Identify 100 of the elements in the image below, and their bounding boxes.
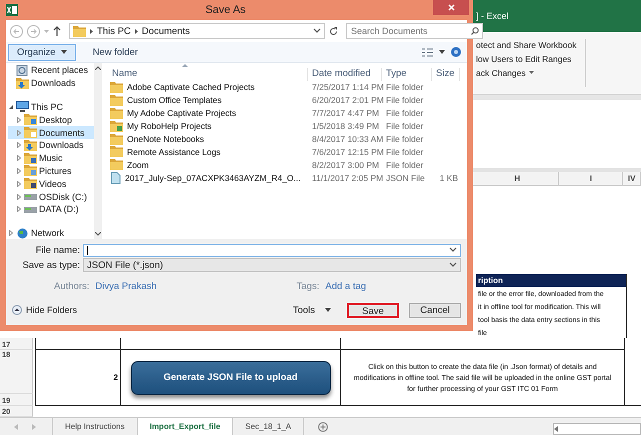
dialog-button[interactable]: Save [347,302,399,318]
date-cell-text: 1/5/2018 3:49 PM [311,121,380,132]
folder-icon [110,146,123,158]
breadcrumb-separator-icon [90,28,93,34]
ribbon-command[interactable]: low Users to Edit Ranges [476,53,576,64]
refresh-icon [329,26,338,36]
nav-item[interactable]: Network [8,226,94,239]
scroll-up-icon [95,66,101,70]
breadcrumb-item[interactable]: Documents [142,26,190,36]
tools-button[interactable]: Tools [286,304,337,316]
search-field[interactable]: Search Documents [346,23,483,39]
address-bar[interactable]: This PC Documents [69,23,325,39]
nav-item[interactable]: OSDisk (C:) [8,190,94,203]
nav-item[interactable]: Music [8,152,94,165]
file-name: Adobe Captivate Cached Projects [127,82,255,92]
caret-icon [325,308,331,312]
file-row[interactable]: Zoom 8/2/2017 3:00 PM File folder [108,158,467,172]
size-cell-text: 1 KB [438,172,459,183]
column-header[interactable]: I [559,172,624,185]
scroll-left-icon [554,426,558,432]
type-cell-text: File folder [385,146,424,157]
field-label: Tags: [296,280,320,292]
field-label: Authors: [54,280,90,292]
file-icon [110,172,121,184]
add-tag-link[interactable]: Add a tag [325,280,366,292]
nav-item[interactable]: Recent places [8,64,94,77]
table-header: ription [476,274,626,287]
toolbar-button[interactable]: Organize [8,44,76,60]
nav-item[interactable]: Pictures [8,164,94,178]
file-row[interactable]: My RoboHelp Projects 1/5/2018 3:49 PM File folder [108,120,467,133]
column-header[interactable]: Size [432,68,460,81]
file-row[interactable]: My Adobe Captivate Projects 7/7/2017 4:47 PM File folder [108,106,467,120]
file-type-dropdown[interactable]: JSON File (*.json) [83,258,461,272]
expanded-arrow-icon [8,104,14,110]
back-icon [10,24,23,38]
globe-icon [16,228,29,239]
view-options-icon [422,48,433,56]
column-header[interactable]: Name [108,68,308,81]
date-cell-text: 8/2/2017 3:00 PM [311,160,380,170]
drive-icon [24,191,37,202]
horizontal-scrollbar[interactable] [553,423,641,435]
desktop-folder-icon [24,114,37,126]
sort-arrow-icon [182,64,188,67]
help-icon [451,47,461,57]
scroll-down-icon [95,232,101,236]
nav-item[interactable]: Downloads [8,76,94,90]
nav-item[interactable]: Downloads [8,138,94,152]
ribbon-command[interactable]: otect and Share Workbook [476,39,576,50]
dialog-button[interactable]: Cancel [409,302,461,318]
sheet-tab[interactable]: Import_Export_file [138,418,234,435]
hide-folders-button[interactable]: Hide Folders [12,305,78,315]
date-cell-text: 7/25/2017 1:14 PM [311,82,382,92]
file-row[interactable]: Remote Assistance Logs 7/6/2017 12:15 PM File folder [108,145,467,158]
breadcrumb-separator-icon [134,28,138,34]
caret-icon [60,50,67,54]
date-cell-text: 8/4/2017 10:33 AM [311,134,382,144]
nav-item[interactable]: This PC [8,100,94,114]
chevron-down-icon [449,247,457,253]
toolbar-button[interactable]: New folder [84,44,147,60]
dialog-title: Save As [204,4,247,16]
type-cell-text: File folder [385,108,424,118]
type-cell-text: JSON File [385,172,426,183]
folder-icon [110,94,123,106]
ribbon-command[interactable]: ack Changes [476,67,576,78]
type-cell-text: File folder [385,95,424,106]
authors-value[interactable]: Divya Prakash [95,280,157,292]
folder-icon [73,26,86,36]
column-header[interactable]: Date modified [308,68,382,81]
generate-json-button[interactable]: Generate JSON File to upload [130,360,330,394]
nav-item[interactable]: DATA (D:) [8,202,94,216]
address-dropdown-icon [313,28,321,34]
type-cell-text: File folder [385,160,424,170]
field-label: File name: [34,244,81,256]
add-sheet-icon [318,422,328,432]
date-cell-text: 6/20/2017 2:01 PM [311,95,382,106]
file-row[interactable]: Adobe Captivate Cached Projects 7/25/2017 1:14 PM File folder [108,81,467,94]
close-button[interactable] [433,0,469,14]
nav-item[interactable]: Documents [8,126,94,139]
breadcrumb-item[interactable]: This PC [97,26,131,36]
date-cell-text: 7/6/2017 12:15 PM [311,146,382,157]
chevron-down-icon [449,262,457,268]
nav-item[interactable]: Videos [8,177,94,190]
date-cell-text: 7/7/2017 4:47 PM [311,108,380,118]
column-header[interactable]: Type [382,68,432,81]
type-cell-text: File folder [385,82,424,92]
file-name-field[interactable] [83,244,461,256]
column-header[interactable]: H [476,172,560,185]
file-row[interactable]: Custom Office Templates 6/20/2017 2:01 PM File folder [108,94,467,107]
date-cell-text: 11/1/2017 2:05 PM [311,172,382,183]
vertical-scrollbar[interactable] [94,63,102,239]
type-cell-text: File folder [385,134,424,144]
type-cell-text: File folder [385,121,424,132]
sheet-tab[interactable]: Sec_18_1_A [233,418,304,435]
column-header[interactable]: IV [623,172,641,185]
file-row[interactable]: OneNote Notebooks 8/4/2017 10:33 AM File folder [108,132,467,146]
nav-item[interactable]: Desktop [8,113,94,126]
pictures-folder-icon [24,165,37,176]
file-row[interactable]: 2017_July-Sep_07ACXPK3463AYZM_R4_O... 11/1/2017 2:05 PM JSON File 1 KB [108,171,467,184]
computer-icon [16,101,29,112]
up-arrow-icon [53,26,61,36]
